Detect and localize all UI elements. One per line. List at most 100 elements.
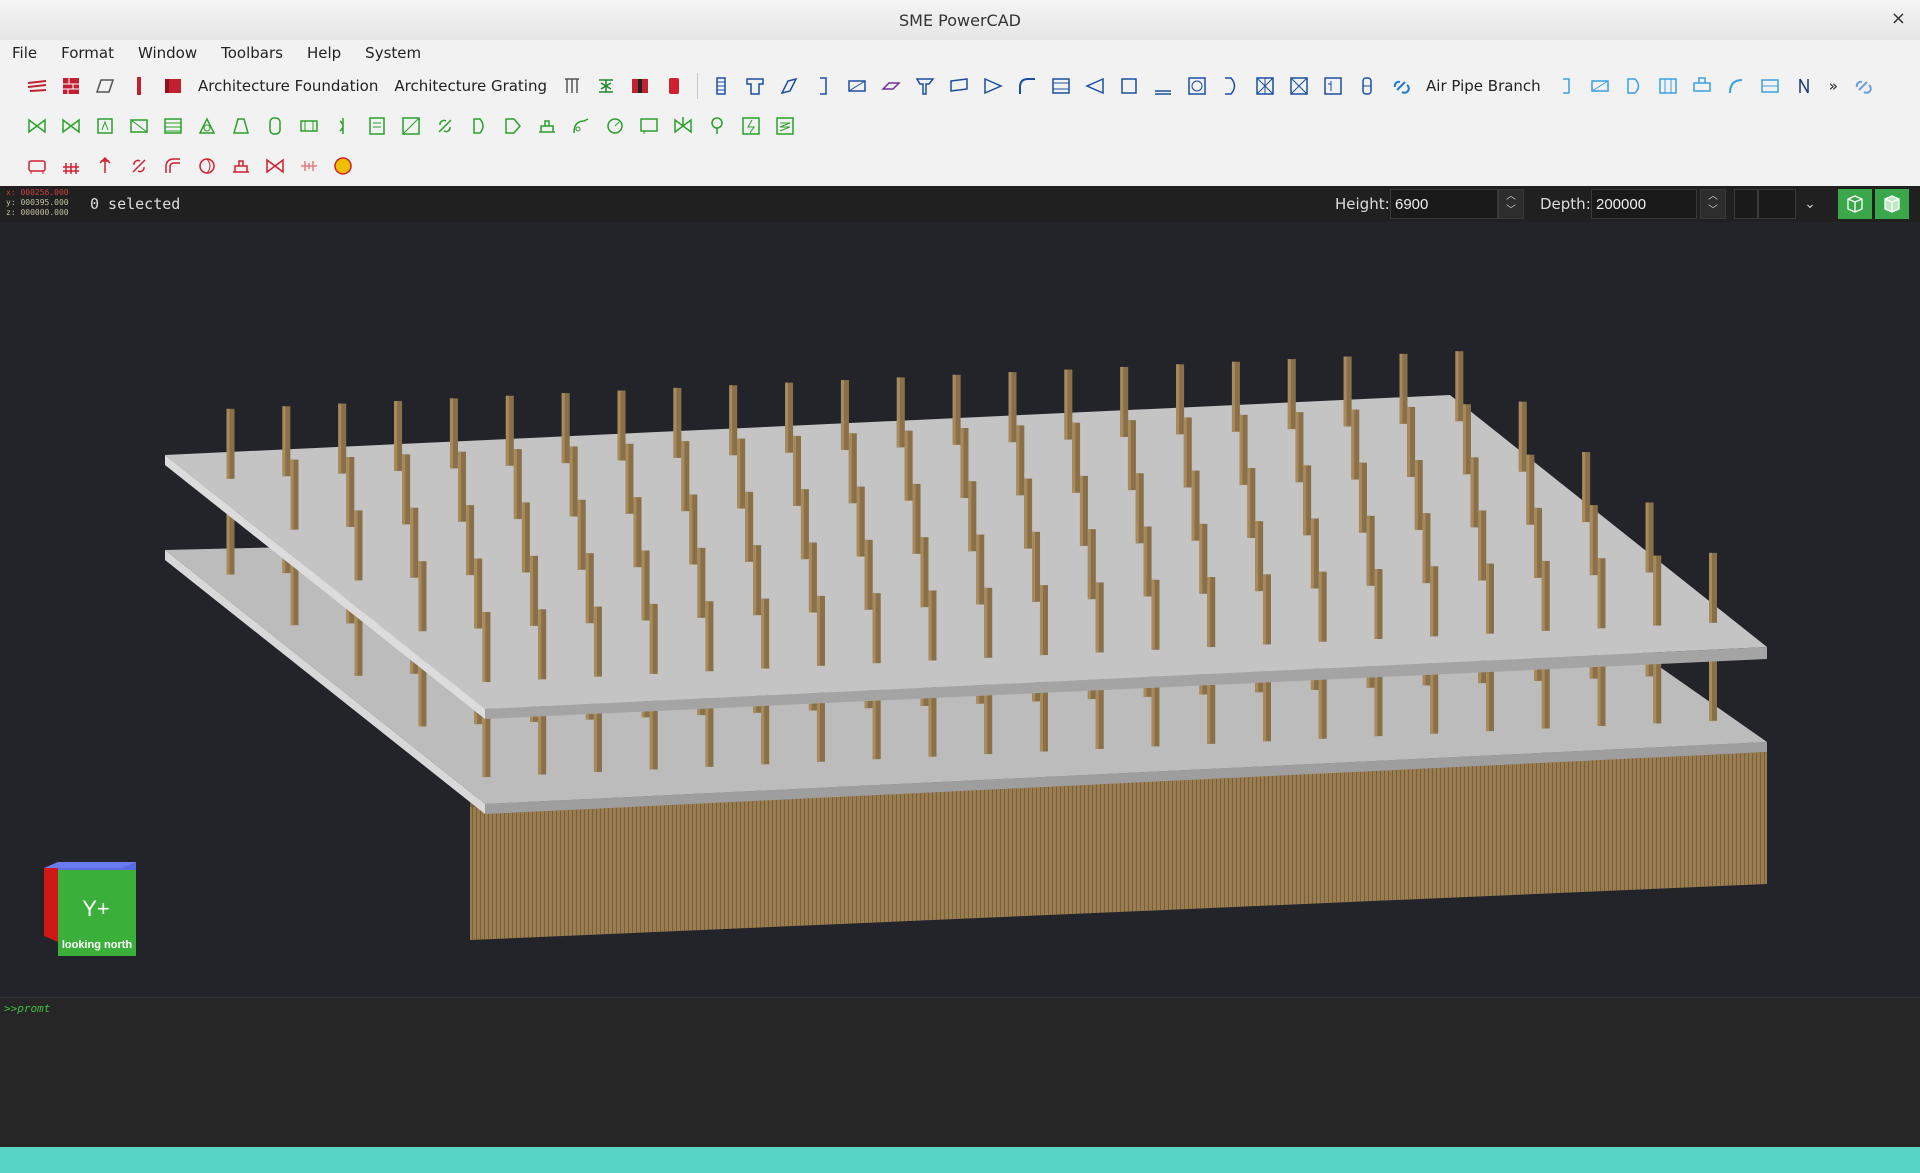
duct-round-icon[interactable]: [1183, 72, 1211, 100]
heat-exchanger-icon[interactable]: [159, 112, 187, 140]
menu-toolbars[interactable]: Toolbars: [209, 44, 295, 62]
menu-help[interactable]: Help: [295, 44, 353, 62]
box-icon[interactable]: [635, 112, 663, 140]
arch-beam-icon[interactable]: [592, 72, 620, 100]
toolbar-grip[interactable]: [6, 112, 20, 140]
damper-icon[interactable]: [397, 112, 425, 140]
duct-damper-icon[interactable]: [843, 72, 871, 100]
skid-icon[interactable]: [533, 112, 561, 140]
duct-offset-icon[interactable]: [775, 72, 803, 100]
chevron-down-icon[interactable]: ﹀: [1499, 204, 1523, 218]
wireframe-view-icon[interactable]: [1838, 189, 1872, 219]
view-mode-select[interactable]: [1758, 189, 1796, 219]
pipe-valve-icon[interactable]: [261, 152, 289, 180]
circle-marker-icon[interactable]: [329, 152, 357, 180]
pipe-tee-icon[interactable]: [1688, 72, 1716, 100]
solid-view-icon[interactable]: [1875, 189, 1909, 219]
toolbar-grip[interactable]: [6, 152, 20, 180]
menu-format[interactable]: Format: [49, 44, 126, 62]
depth-spinner[interactable]: ︿ ﹀: [1700, 189, 1726, 219]
cap-end-icon[interactable]: [465, 112, 493, 140]
pipe-support-icon[interactable]: [227, 152, 255, 180]
rack-icon[interactable]: [57, 152, 85, 180]
duct-fire-damper-icon[interactable]: [1285, 72, 1313, 100]
cube-face-x[interactable]: [44, 862, 58, 942]
architecture-grating-button[interactable]: Architecture Grating: [386, 77, 555, 95]
butterfly-valve-icon[interactable]: [669, 112, 697, 140]
duct-access-icon[interactable]: [1319, 72, 1347, 100]
menu-system[interactable]: System: [353, 44, 433, 62]
arch-slab-icon[interactable]: [91, 72, 119, 100]
arch-panel-icon[interactable]: [660, 72, 688, 100]
connector-icon[interactable]: [431, 112, 459, 140]
combo-left[interactable]: [1734, 189, 1758, 219]
pipe-cap-icon[interactable]: [1620, 72, 1648, 100]
duct-reducer-icon[interactable]: [945, 72, 973, 100]
filter-icon[interactable]: [295, 112, 323, 140]
pipe-riser-icon[interactable]: [1790, 72, 1818, 100]
arch-wall-icon[interactable]: [57, 72, 85, 100]
arch-column-icon[interactable]: [125, 72, 153, 100]
duct-straight-icon[interactable]: [707, 72, 735, 100]
pipe-bend-icon[interactable]: [159, 152, 187, 180]
duct-bend-icon[interactable]: [1217, 72, 1245, 100]
sprinkler-icon[interactable]: [703, 112, 731, 140]
menu-file[interactable]: File: [0, 44, 49, 62]
panel-icon[interactable]: [363, 112, 391, 140]
link-icon[interactable]: [1849, 72, 1877, 100]
duct-grille-icon[interactable]: [1251, 72, 1279, 100]
fan-coil-icon[interactable]: [193, 112, 221, 140]
duct-flex-icon[interactable]: [877, 72, 905, 100]
arch-roof-icon[interactable]: [23, 72, 51, 100]
duct-cap-icon[interactable]: [1081, 72, 1109, 100]
duct-elbow-icon[interactable]: [1013, 72, 1041, 100]
menu-window[interactable]: Window: [126, 44, 209, 62]
toolbar-overflow-button[interactable]: »: [1821, 77, 1846, 95]
chevron-down-icon[interactable]: ﹀: [1701, 204, 1725, 218]
anchor-icon[interactable]: [91, 152, 119, 180]
valve-check-icon[interactable]: [57, 112, 85, 140]
3d-scene[interactable]: [0, 222, 1920, 997]
pipe-flex-icon[interactable]: [1722, 72, 1750, 100]
gauge-icon[interactable]: [601, 112, 629, 140]
tank-icon[interactable]: [125, 112, 153, 140]
pipe-coupling-icon[interactable]: [295, 152, 323, 180]
arch-block-icon[interactable]: [159, 72, 187, 100]
chevron-down-icon[interactable]: ⌄: [1796, 189, 1824, 219]
pipe-manifold-icon[interactable]: [1654, 72, 1682, 100]
nozzle-icon[interactable]: [499, 112, 527, 140]
duct-valve-icon[interactable]: [1353, 72, 1381, 100]
depth-input[interactable]: [1591, 189, 1697, 219]
hood-icon[interactable]: [227, 112, 255, 140]
pipe-cap-round-icon[interactable]: [193, 152, 221, 180]
arch-door-icon[interactable]: [626, 72, 654, 100]
height-input[interactable]: [1390, 189, 1498, 219]
duct-tee-icon[interactable]: [741, 72, 769, 100]
arch-stair-icon[interactable]: [558, 72, 586, 100]
coil-icon[interactable]: [771, 112, 799, 140]
pipe-bracket-icon[interactable]: [1552, 72, 1580, 100]
pipe-link-icon[interactable]: [125, 152, 153, 180]
pipe-box-icon[interactable]: [1586, 72, 1614, 100]
toolbar-grip[interactable]: [6, 72, 20, 100]
pump-icon[interactable]: [91, 112, 119, 140]
vessel-icon[interactable]: [261, 112, 289, 140]
close-icon[interactable]: ×: [1891, 8, 1906, 29]
duct-link-icon[interactable]: [1387, 72, 1415, 100]
duct-silencer-icon[interactable]: [1047, 72, 1075, 100]
strainer-icon[interactable]: [329, 112, 357, 140]
duct-branch-icon[interactable]: [911, 72, 939, 100]
duct-square-icon[interactable]: [1115, 72, 1143, 100]
sofa-icon[interactable]: [23, 152, 51, 180]
duct-bracket-icon[interactable]: [809, 72, 837, 100]
flex-hose-icon[interactable]: [567, 112, 595, 140]
duct-transition-icon[interactable]: [979, 72, 1007, 100]
electric-heater-icon[interactable]: [737, 112, 765, 140]
chevron-up-icon[interactable]: ︿: [1499, 190, 1523, 204]
height-spinner[interactable]: ︿ ﹀: [1498, 189, 1524, 219]
navigation-cube[interactable]: Y+ looking north: [40, 860, 140, 956]
architecture-foundation-button[interactable]: Architecture Foundation: [190, 77, 386, 95]
valve-gate-icon[interactable]: [23, 112, 51, 140]
3d-viewport[interactable]: Y+ looking north: [0, 222, 1920, 997]
pipe-unit-icon[interactable]: [1756, 72, 1784, 100]
